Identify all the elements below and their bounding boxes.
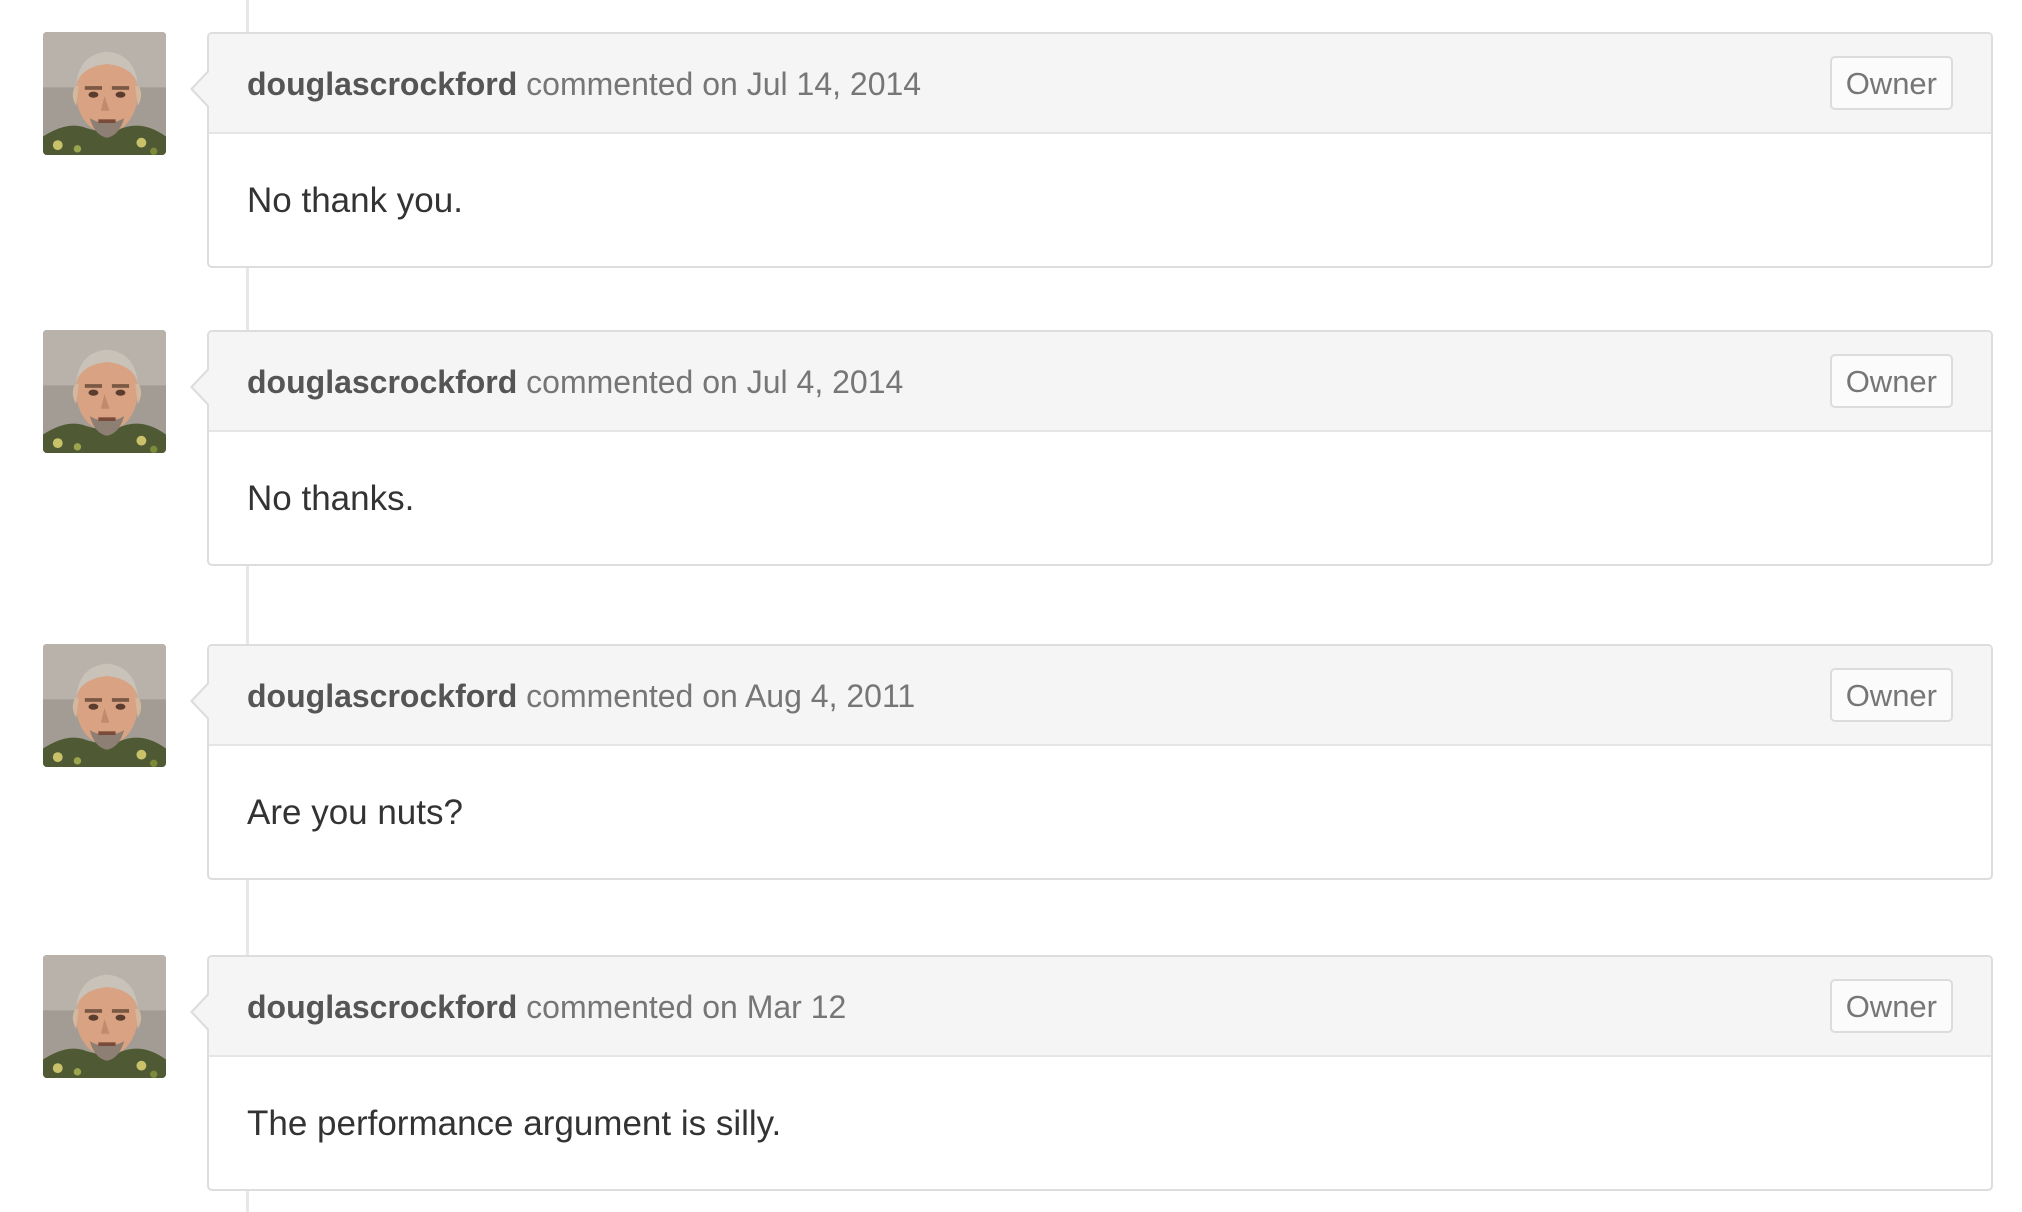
comment-pointer-fill xyxy=(193,370,209,404)
comment-box: douglascrockford commented on Mar 12 Own… xyxy=(207,955,1993,1191)
comment-box: douglascrockford commented on Aug 4, 201… xyxy=(207,644,1993,880)
comment-author-link[interactable]: douglascrockford xyxy=(247,364,517,400)
comment-body: No thank you. xyxy=(247,181,463,220)
comment-header: douglascrockford commented on Jul 4, 201… xyxy=(209,332,1991,432)
comment-body: No thanks. xyxy=(247,479,415,518)
avatar[interactable] xyxy=(43,32,166,155)
avatar-image xyxy=(43,32,166,155)
comment-author-link[interactable]: douglascrockford xyxy=(247,989,517,1025)
comment-timestamp[interactable]: commented on Mar 12 xyxy=(526,989,846,1025)
comment-pointer-fill xyxy=(193,995,209,1029)
comment-meta: douglascrockford commented on Aug 4, 201… xyxy=(247,677,915,715)
avatar[interactable] xyxy=(43,955,166,1078)
comment-box: douglascrockford commented on Jul 4, 201… xyxy=(207,330,1993,566)
comment-meta: douglascrockford commented on Mar 12 xyxy=(247,988,846,1026)
comment-pointer-fill xyxy=(193,72,209,106)
comment-timestamp[interactable]: commented on Jul 14, 2014 xyxy=(526,66,921,102)
comment-header: douglascrockford commented on Aug 4, 201… xyxy=(209,646,1991,746)
comment-author-link[interactable]: douglascrockford xyxy=(247,678,517,714)
comment-box: douglascrockford commented on Jul 14, 20… xyxy=(207,32,1993,268)
comment-pointer-fill xyxy=(193,684,209,718)
timeline-comment: douglascrockford commented on Aug 4, 201… xyxy=(0,644,2022,884)
comment-timestamp[interactable]: commented on Aug 4, 2011 xyxy=(526,678,915,714)
owner-badge: Owner xyxy=(1829,56,1953,110)
comment-body: Are you nuts? xyxy=(247,793,463,832)
comment-header: douglascrockford commented on Jul 14, 20… xyxy=(209,34,1991,134)
comment-meta: douglascrockford commented on Jul 14, 20… xyxy=(247,65,921,103)
comment-body: The performance argument is silly. xyxy=(247,1104,782,1143)
comment-meta: douglascrockford commented on Jul 4, 201… xyxy=(247,363,903,401)
avatar-image xyxy=(43,644,166,767)
timeline-comment: douglascrockford commented on Jul 4, 201… xyxy=(0,330,2022,570)
avatar[interactable] xyxy=(43,330,166,453)
timeline-comment: douglascrockford commented on Mar 12 Own… xyxy=(0,955,2022,1195)
timeline-comment: douglascrockford commented on Jul 14, 20… xyxy=(0,32,2022,272)
avatar[interactable] xyxy=(43,644,166,767)
owner-badge: Owner xyxy=(1829,979,1953,1033)
comment-timestamp[interactable]: commented on Jul 4, 2014 xyxy=(526,364,903,400)
avatar-image xyxy=(43,955,166,1078)
owner-badge: Owner xyxy=(1829,668,1953,722)
comment-header: douglascrockford commented on Mar 12 Own… xyxy=(209,957,1991,1057)
comment-author-link[interactable]: douglascrockford xyxy=(247,66,517,102)
owner-badge: Owner xyxy=(1829,354,1953,408)
avatar-image xyxy=(43,330,166,453)
